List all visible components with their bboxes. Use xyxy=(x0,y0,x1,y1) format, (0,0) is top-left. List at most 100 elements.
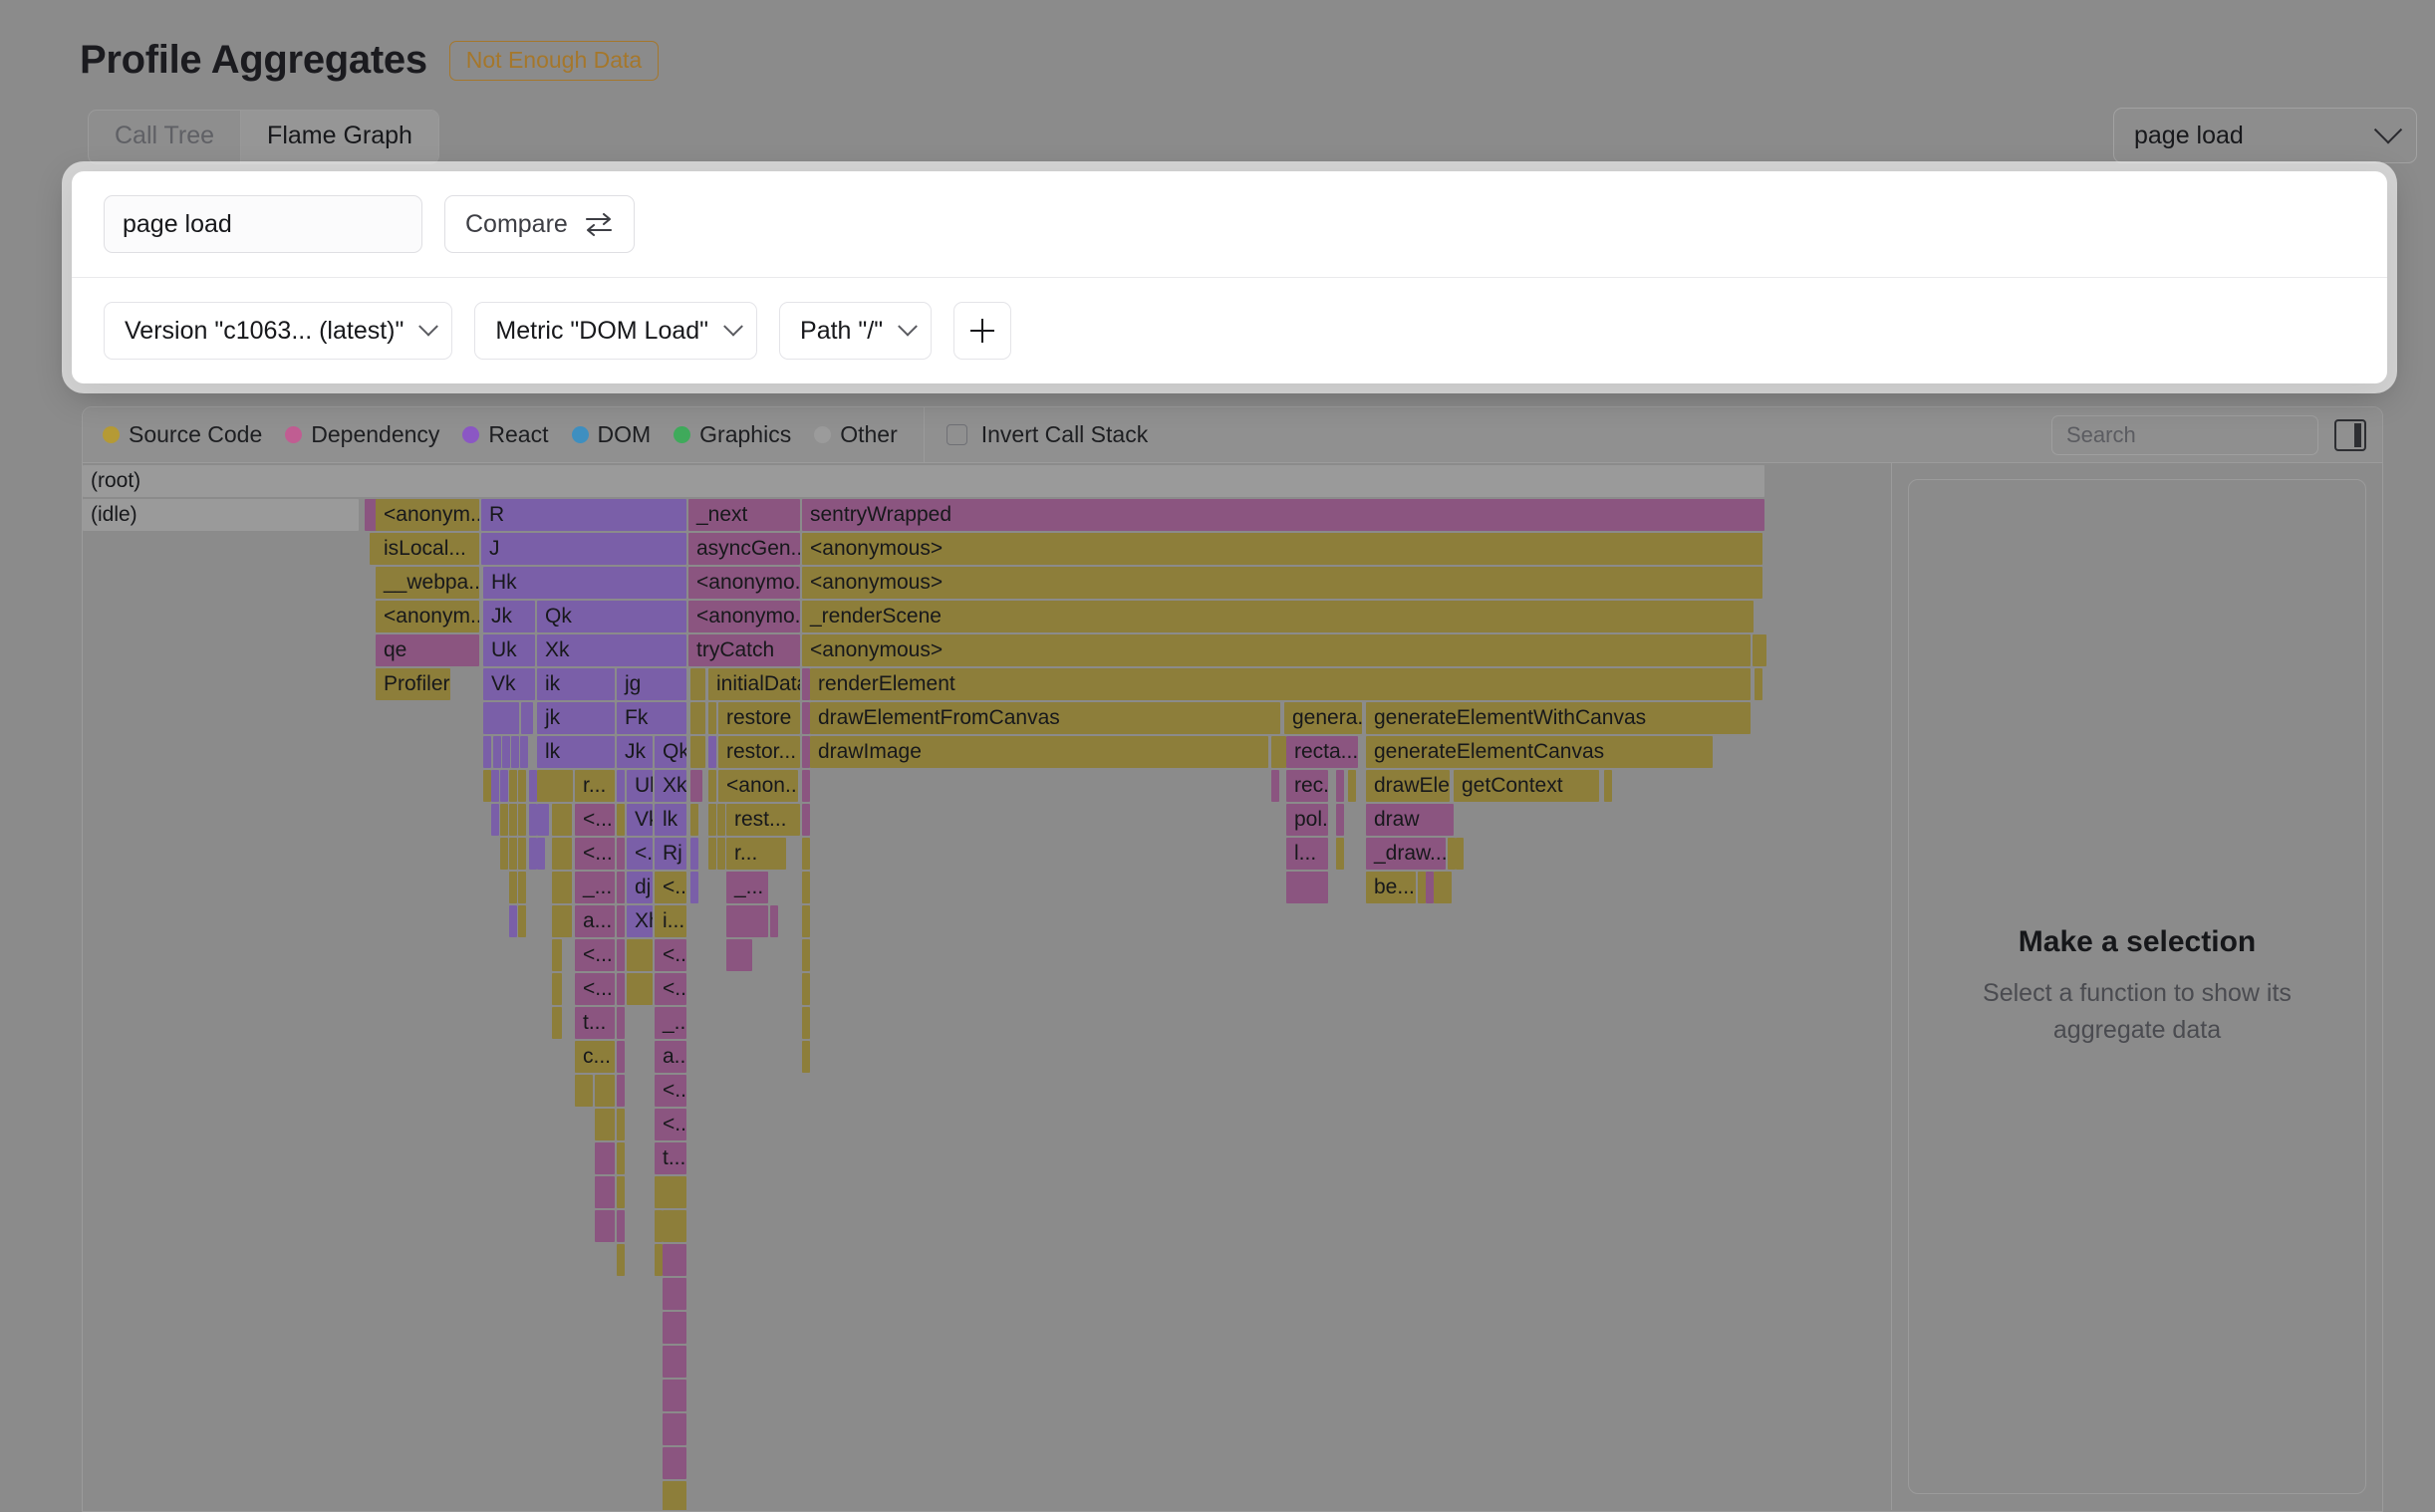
flame-frame[interactable]: <... xyxy=(655,1075,686,1107)
flame-frame[interactable] xyxy=(617,939,625,971)
flame-frame[interactable] xyxy=(552,1007,562,1039)
flame-frame[interactable] xyxy=(802,1007,810,1039)
flame-frame[interactable]: renderElement xyxy=(810,668,1751,700)
flame-frame[interactable] xyxy=(518,838,526,870)
flame-frame[interactable] xyxy=(690,872,698,903)
flame-frame[interactable]: jk xyxy=(537,702,615,734)
flame-frame[interactable] xyxy=(509,905,517,937)
flame-frame[interactable] xyxy=(617,973,625,1005)
flame-frame[interactable]: tryCatch xyxy=(688,634,800,666)
flame-frame[interactable] xyxy=(617,770,625,802)
flame-frame[interactable]: <... xyxy=(655,973,686,1005)
flame-frame[interactable] xyxy=(511,736,519,768)
flame-frame[interactable] xyxy=(655,1176,686,1208)
flame-frame[interactable]: (root) xyxy=(83,465,1764,497)
flame-frame[interactable] xyxy=(708,838,716,870)
flame-frame[interactable] xyxy=(518,804,526,836)
flame-frame[interactable] xyxy=(663,1380,686,1411)
flame-frame[interactable] xyxy=(690,736,705,768)
flame-frame[interactable] xyxy=(802,770,810,802)
legend-item-dom[interactable]: DOM xyxy=(571,421,651,448)
flame-frame[interactable]: Uk xyxy=(483,634,535,666)
sidebar-toggle-icon[interactable] xyxy=(2334,418,2366,451)
flame-frame[interactable] xyxy=(663,1346,686,1378)
search-input[interactable] xyxy=(2051,414,2318,455)
flame-frame[interactable]: <anonymous> xyxy=(802,533,1762,565)
flame-frame[interactable] xyxy=(529,770,537,802)
flame-frame[interactable]: Jk xyxy=(617,736,653,768)
flame-frame[interactable] xyxy=(1426,872,1434,903)
flame-frame[interactable]: Jk xyxy=(483,601,535,632)
checkbox-icon[interactable] xyxy=(946,424,967,445)
flame-frame[interactable] xyxy=(491,770,499,802)
flame-frame[interactable]: <anonym... xyxy=(376,601,479,632)
flame-frame[interactable]: r... xyxy=(726,838,786,870)
flame-frame[interactable] xyxy=(1336,770,1344,802)
flame-frame[interactable] xyxy=(1348,770,1356,802)
flame-frame[interactable] xyxy=(518,872,526,903)
flame-frame[interactable]: J xyxy=(481,533,686,565)
flame-frame[interactable]: <anonym.. xyxy=(376,499,479,531)
flame-frame[interactable] xyxy=(521,702,533,734)
flame-frame[interactable] xyxy=(690,770,702,802)
flame-frame[interactable] xyxy=(595,1109,615,1140)
flame-frame[interactable] xyxy=(529,804,537,836)
flame-frame[interactable] xyxy=(617,1075,625,1107)
legend-item-dependency[interactable]: Dependency xyxy=(285,421,439,448)
flame-frame[interactable] xyxy=(802,838,810,870)
flame-frame[interactable] xyxy=(518,905,526,937)
flame-frame[interactable]: _... xyxy=(575,872,615,903)
flame-frame[interactable]: <anonymous> xyxy=(802,634,1751,666)
flame-frame[interactable] xyxy=(483,770,491,802)
flame-frame[interactable] xyxy=(655,1244,663,1276)
flame-frame[interactable]: <anon... xyxy=(718,770,798,802)
filter-metric[interactable]: Metric "DOM Load" xyxy=(474,302,758,360)
flame-frame[interactable]: lk xyxy=(537,736,615,768)
flame-frame[interactable] xyxy=(663,1312,686,1344)
flame-frame[interactable] xyxy=(509,838,517,870)
flame-frame[interactable] xyxy=(502,736,510,768)
flame-frame[interactable]: draw xyxy=(1366,804,1454,836)
query-input[interactable] xyxy=(104,195,422,253)
flame-frame[interactable]: Vk xyxy=(627,804,653,836)
flame-frame[interactable] xyxy=(491,804,499,836)
add-filter-button[interactable] xyxy=(953,302,1012,360)
flame-frame[interactable] xyxy=(690,668,705,700)
flame-frame[interactable] xyxy=(617,1176,625,1208)
flame-frame[interactable]: r... xyxy=(575,770,615,802)
flame-frame[interactable]: <... xyxy=(655,939,686,971)
flame-frame[interactable] xyxy=(1336,838,1344,870)
flame-frame[interactable]: _... xyxy=(655,1007,686,1039)
flame-frame[interactable] xyxy=(518,770,526,802)
flame-frame[interactable]: Fk xyxy=(617,702,686,734)
legend-item-source-code[interactable]: Source Code xyxy=(103,421,262,448)
flame-frame[interactable]: <... xyxy=(655,1109,686,1140)
flame-frame[interactable] xyxy=(690,804,698,836)
flame-frame[interactable]: genera... xyxy=(1284,702,1362,734)
flame-frame[interactable]: rest... xyxy=(726,804,800,836)
flame-frame[interactable] xyxy=(1286,872,1328,903)
flame-frame[interactable] xyxy=(552,905,572,937)
flame-frame[interactable] xyxy=(500,804,508,836)
flame-frame[interactable] xyxy=(537,838,545,870)
flame-frame[interactable]: <... xyxy=(575,973,615,1005)
flame-frame[interactable] xyxy=(708,702,716,734)
flame-frame[interactable] xyxy=(1759,634,1766,666)
flame-frame[interactable]: _next xyxy=(688,499,800,531)
flame-frame[interactable]: pol... xyxy=(1286,804,1328,836)
flame-frame[interactable]: <... xyxy=(575,838,615,870)
flame-frame[interactable] xyxy=(663,1413,686,1445)
flame-frame[interactable] xyxy=(663,1278,686,1310)
flame-frame[interactable] xyxy=(617,1041,625,1073)
flame-frame[interactable]: Rj xyxy=(655,838,686,870)
flame-frame[interactable]: getContext xyxy=(1454,770,1599,802)
flame-frame[interactable]: ik xyxy=(537,668,615,700)
flame-frame[interactable]: Xk xyxy=(537,634,686,666)
flame-frame[interactable]: _renderScene xyxy=(802,601,1754,632)
flame-frame[interactable] xyxy=(802,1041,810,1073)
flame-frame[interactable] xyxy=(529,838,537,870)
flame-frame[interactable] xyxy=(1278,736,1286,768)
flame-frame[interactable]: <... xyxy=(627,838,653,870)
flame-frame[interactable] xyxy=(663,1210,686,1242)
flame-frame[interactable] xyxy=(617,1210,625,1242)
